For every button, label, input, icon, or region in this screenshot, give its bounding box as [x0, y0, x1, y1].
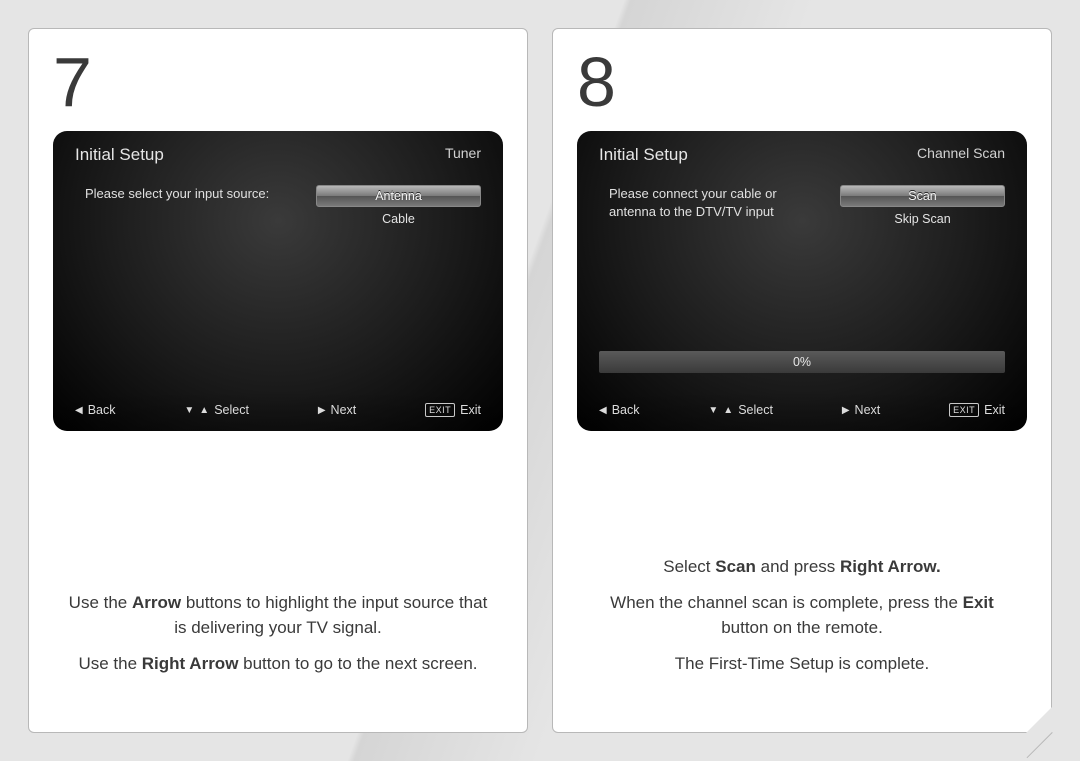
tv-title: Initial Setup — [599, 145, 688, 165]
instruction-line: Use the Arrow buttons to highlight the i… — [67, 590, 489, 641]
step-card-7: 7 Initial Setup Tuner Please select your… — [28, 28, 528, 733]
option-antenna[interactable]: Antenna — [316, 185, 481, 207]
tv-nav-row: ◀Back ▼▲Select ▶Next EXITExit — [577, 391, 1027, 431]
tv-subtitle: Channel Scan — [917, 145, 1005, 165]
step-instructions: Use the Arrow buttons to highlight the i… — [53, 590, 503, 705]
right-arrow-icon: ▶ — [318, 405, 326, 416]
right-arrow-icon: ▶ — [842, 405, 850, 416]
exit-icon: EXIT — [425, 403, 455, 417]
tv-screen-channel-scan: Initial Setup Channel Scan Please connec… — [577, 131, 1027, 431]
nav-next[interactable]: ▶Next — [318, 403, 356, 417]
tv-prompt: Please connect your cable or antenna to … — [609, 185, 820, 231]
up-arrow-icon: ▲ — [199, 405, 209, 416]
progress-value: 0% — [793, 355, 811, 369]
option-skip-scan[interactable]: Skip Scan — [840, 209, 1005, 229]
tv-subtitle: Tuner — [445, 145, 481, 165]
tv-header: Initial Setup Channel Scan — [577, 131, 1027, 171]
left-arrow-icon: ◀ — [599, 405, 607, 416]
nav-back[interactable]: ◀Back — [75, 403, 116, 417]
step-card-8: 8 Initial Setup Channel Scan Please conn… — [552, 28, 1052, 733]
option-cable[interactable]: Cable — [316, 209, 481, 229]
instruction-line: Select Scan and press Right Arrow. — [591, 554, 1013, 580]
tv-header: Initial Setup Tuner — [53, 131, 503, 171]
tv-title: Initial Setup — [75, 145, 164, 165]
exit-icon: EXIT — [949, 403, 979, 417]
card-corner-cut — [1026, 707, 1052, 733]
nav-next[interactable]: ▶Next — [842, 403, 880, 417]
left-arrow-icon: ◀ — [75, 405, 83, 416]
step-number: 7 — [53, 47, 503, 117]
nav-select[interactable]: ▼▲Select — [708, 403, 773, 417]
down-arrow-icon: ▼ — [184, 405, 194, 416]
nav-exit[interactable]: EXITExit — [425, 403, 481, 417]
step-instructions: Select Scan and press Right Arrow. When … — [577, 554, 1027, 704]
tv-nav-row: ◀Back ▼▲Select ▶Next EXITExit — [53, 391, 503, 431]
nav-back[interactable]: ◀Back — [599, 403, 640, 417]
tv-prompt: Please select your input source: — [85, 185, 296, 231]
instruction-line: Use the Right Arrow button to go to the … — [67, 651, 489, 677]
option-scan[interactable]: Scan — [840, 185, 1005, 207]
nav-select[interactable]: ▼▲Select — [184, 403, 249, 417]
instruction-line: When the channel scan is complete, press… — [591, 590, 1013, 641]
nav-exit[interactable]: EXITExit — [949, 403, 1005, 417]
down-arrow-icon: ▼ — [708, 405, 718, 416]
tv-body: Please select your input source: Antenna… — [53, 171, 503, 231]
tv-screen-tuner: Initial Setup Tuner Please select your i… — [53, 131, 503, 431]
tv-options: Antenna Cable — [316, 185, 481, 231]
progress-container: 0% — [599, 351, 1005, 373]
progress-bar: 0% — [599, 351, 1005, 373]
tv-options: Scan Skip Scan — [840, 185, 1005, 231]
up-arrow-icon: ▲ — [723, 405, 733, 416]
step-number: 8 — [577, 47, 1027, 117]
tv-body: Please connect your cable or antenna to … — [577, 171, 1027, 231]
step-cards-container: 7 Initial Setup Tuner Please select your… — [0, 0, 1080, 761]
instruction-line: The First-Time Setup is complete. — [591, 651, 1013, 677]
